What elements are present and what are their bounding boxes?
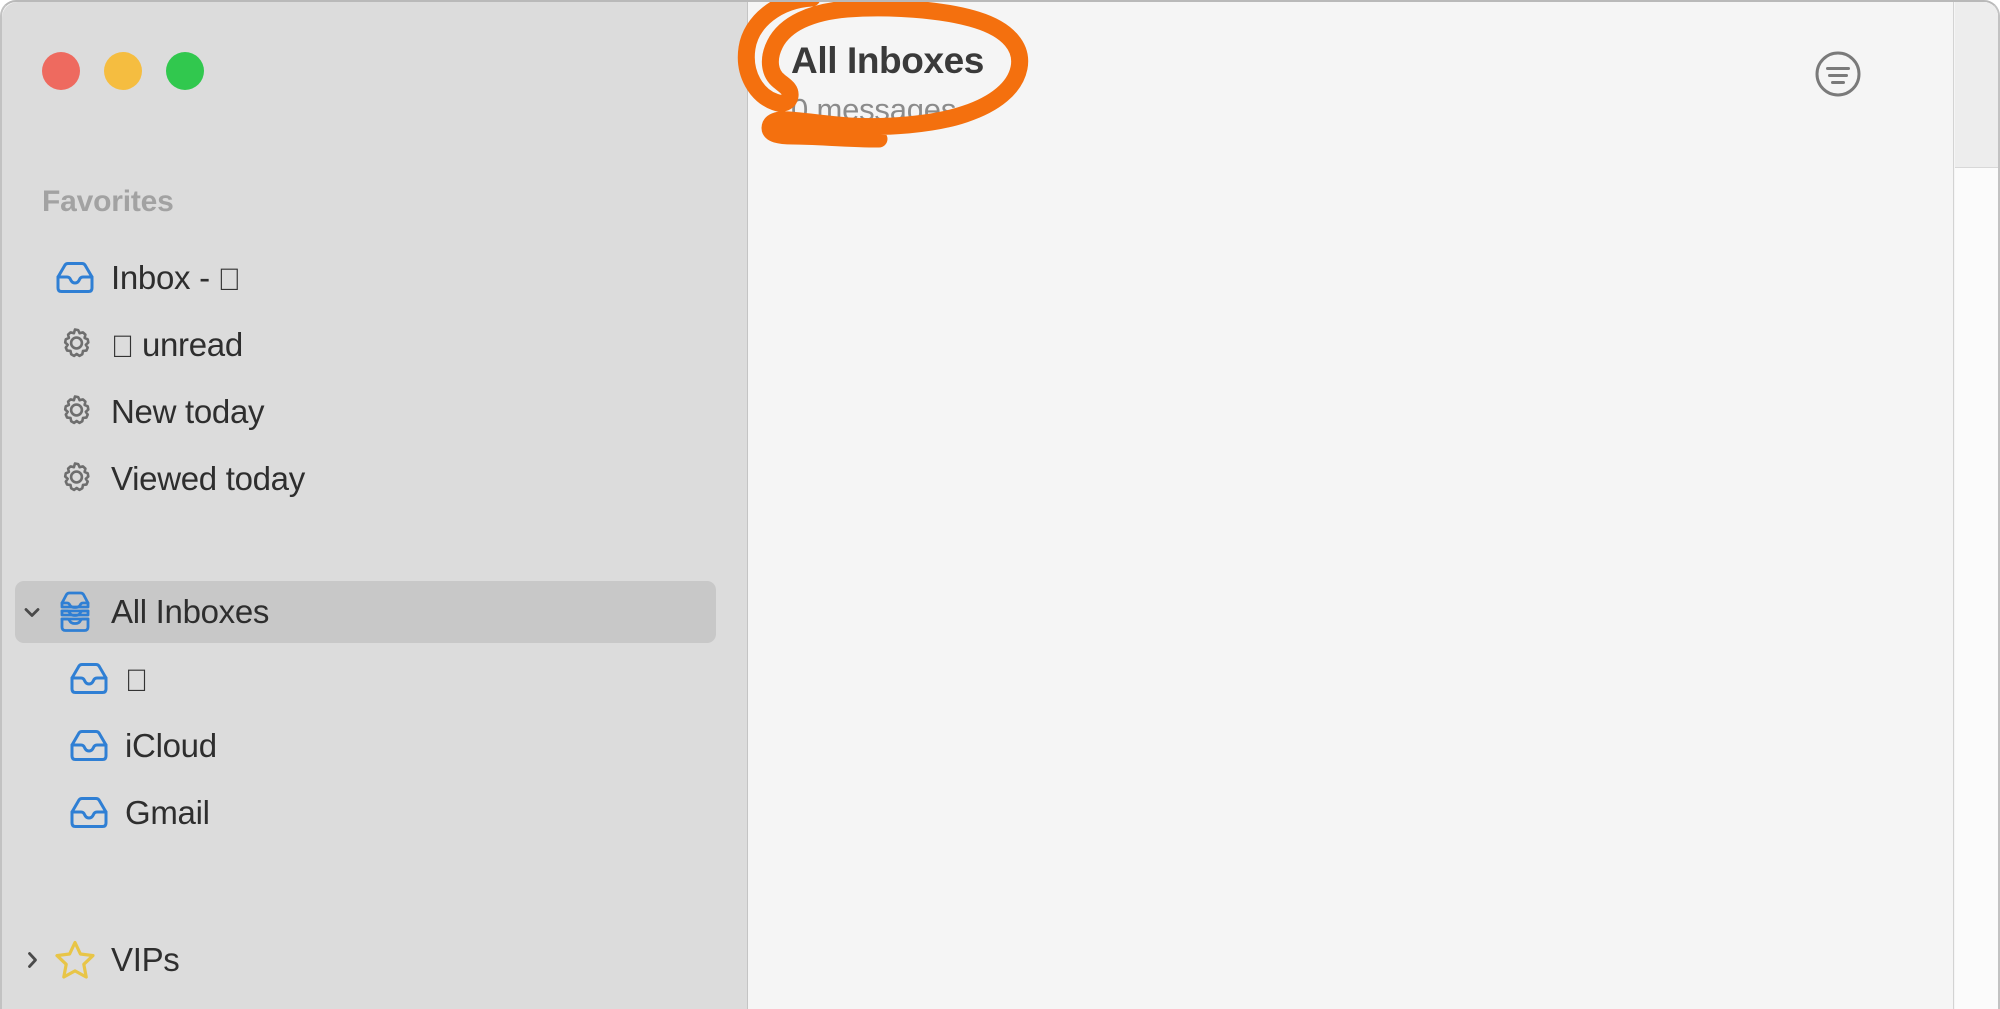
sidebar-item-inbox-apple-account[interactable]:  (15, 648, 716, 710)
label-text: Inbox - (111, 259, 210, 296)
message-list-pane: All Inboxes 0 messages (749, 2, 1954, 1009)
sidebar-item-label:  unread (111, 326, 243, 364)
sidebar-item-inbox-gmail[interactable]: Gmail (15, 782, 716, 844)
sidebar-item-label: VIPs (111, 941, 180, 979)
sidebar-item-vips[interactable]: VIPs (15, 929, 716, 991)
inbox-icon (49, 261, 101, 295)
sidebar-item-viewed-today[interactable]: Viewed today (15, 448, 716, 510)
minimize-button[interactable] (104, 52, 142, 90)
message-list-header: All Inboxes 0 messages (749, 2, 1953, 157)
chevron-right-icon[interactable] (15, 948, 49, 972)
zoom-button[interactable] (166, 52, 204, 90)
inbox-icon (63, 729, 115, 763)
label-text: New today (111, 393, 265, 430)
sidebar-section-header-favorites: Favorites (42, 185, 174, 218)
message-detail-pane (1955, 2, 1998, 1009)
star-icon (49, 938, 101, 982)
gear-icon (49, 325, 101, 365)
apple-logo-icon:  (218, 264, 241, 295)
sidebar-item-label: Viewed today (111, 460, 305, 498)
label-text: VIPs (111, 941, 180, 978)
sidebar-item-inbox-apple[interactable]: Inbox -  (15, 247, 716, 309)
label-text: Viewed today (111, 460, 305, 497)
apple-logo-icon:  (111, 331, 134, 362)
sidebar-item-label: Gmail (125, 794, 210, 832)
sidebar-item-label:  (125, 664, 156, 696)
gear-icon (49, 392, 101, 432)
sidebar-item-all-inboxes[interactable]: All Inboxes (15, 581, 716, 643)
label-text: All Inboxes (111, 593, 270, 630)
label-text: Gmail (125, 794, 210, 831)
page-title: All Inboxes (791, 40, 984, 81)
inbox-icon (63, 662, 115, 696)
message-detail-toolbar (1955, 2, 1998, 168)
sidebar: Favorites Inbox -  (2, 2, 748, 1009)
filter-circle-icon (1810, 46, 1866, 107)
sidebar-item-label: All Inboxes (111, 593, 269, 631)
label-text: iCloud (125, 727, 217, 764)
sidebar-item-apple-unread[interactable]:  unread (15, 314, 716, 376)
apple-logo-icon:  (125, 665, 148, 696)
mail-window: Favorites Inbox -  (0, 0, 2000, 1009)
close-button[interactable] (42, 52, 80, 90)
sidebar-item-inbox-icloud[interactable]: iCloud (15, 715, 716, 777)
gear-icon (49, 459, 101, 499)
sidebar-item-label: iCloud (125, 727, 217, 765)
label-text: unread (119, 326, 243, 363)
inbox-icon (63, 796, 115, 830)
message-count-label: 0 messages (791, 92, 957, 127)
sidebar-item-new-today[interactable]: New today (15, 381, 716, 443)
chevron-down-icon[interactable] (15, 600, 49, 624)
sidebar-item-label: New today (111, 393, 265, 431)
all-inboxes-icon (49, 590, 101, 634)
sidebar-item-label: Inbox -  (111, 259, 241, 297)
window-controls (42, 52, 204, 90)
filter-button[interactable] (1809, 47, 1867, 105)
